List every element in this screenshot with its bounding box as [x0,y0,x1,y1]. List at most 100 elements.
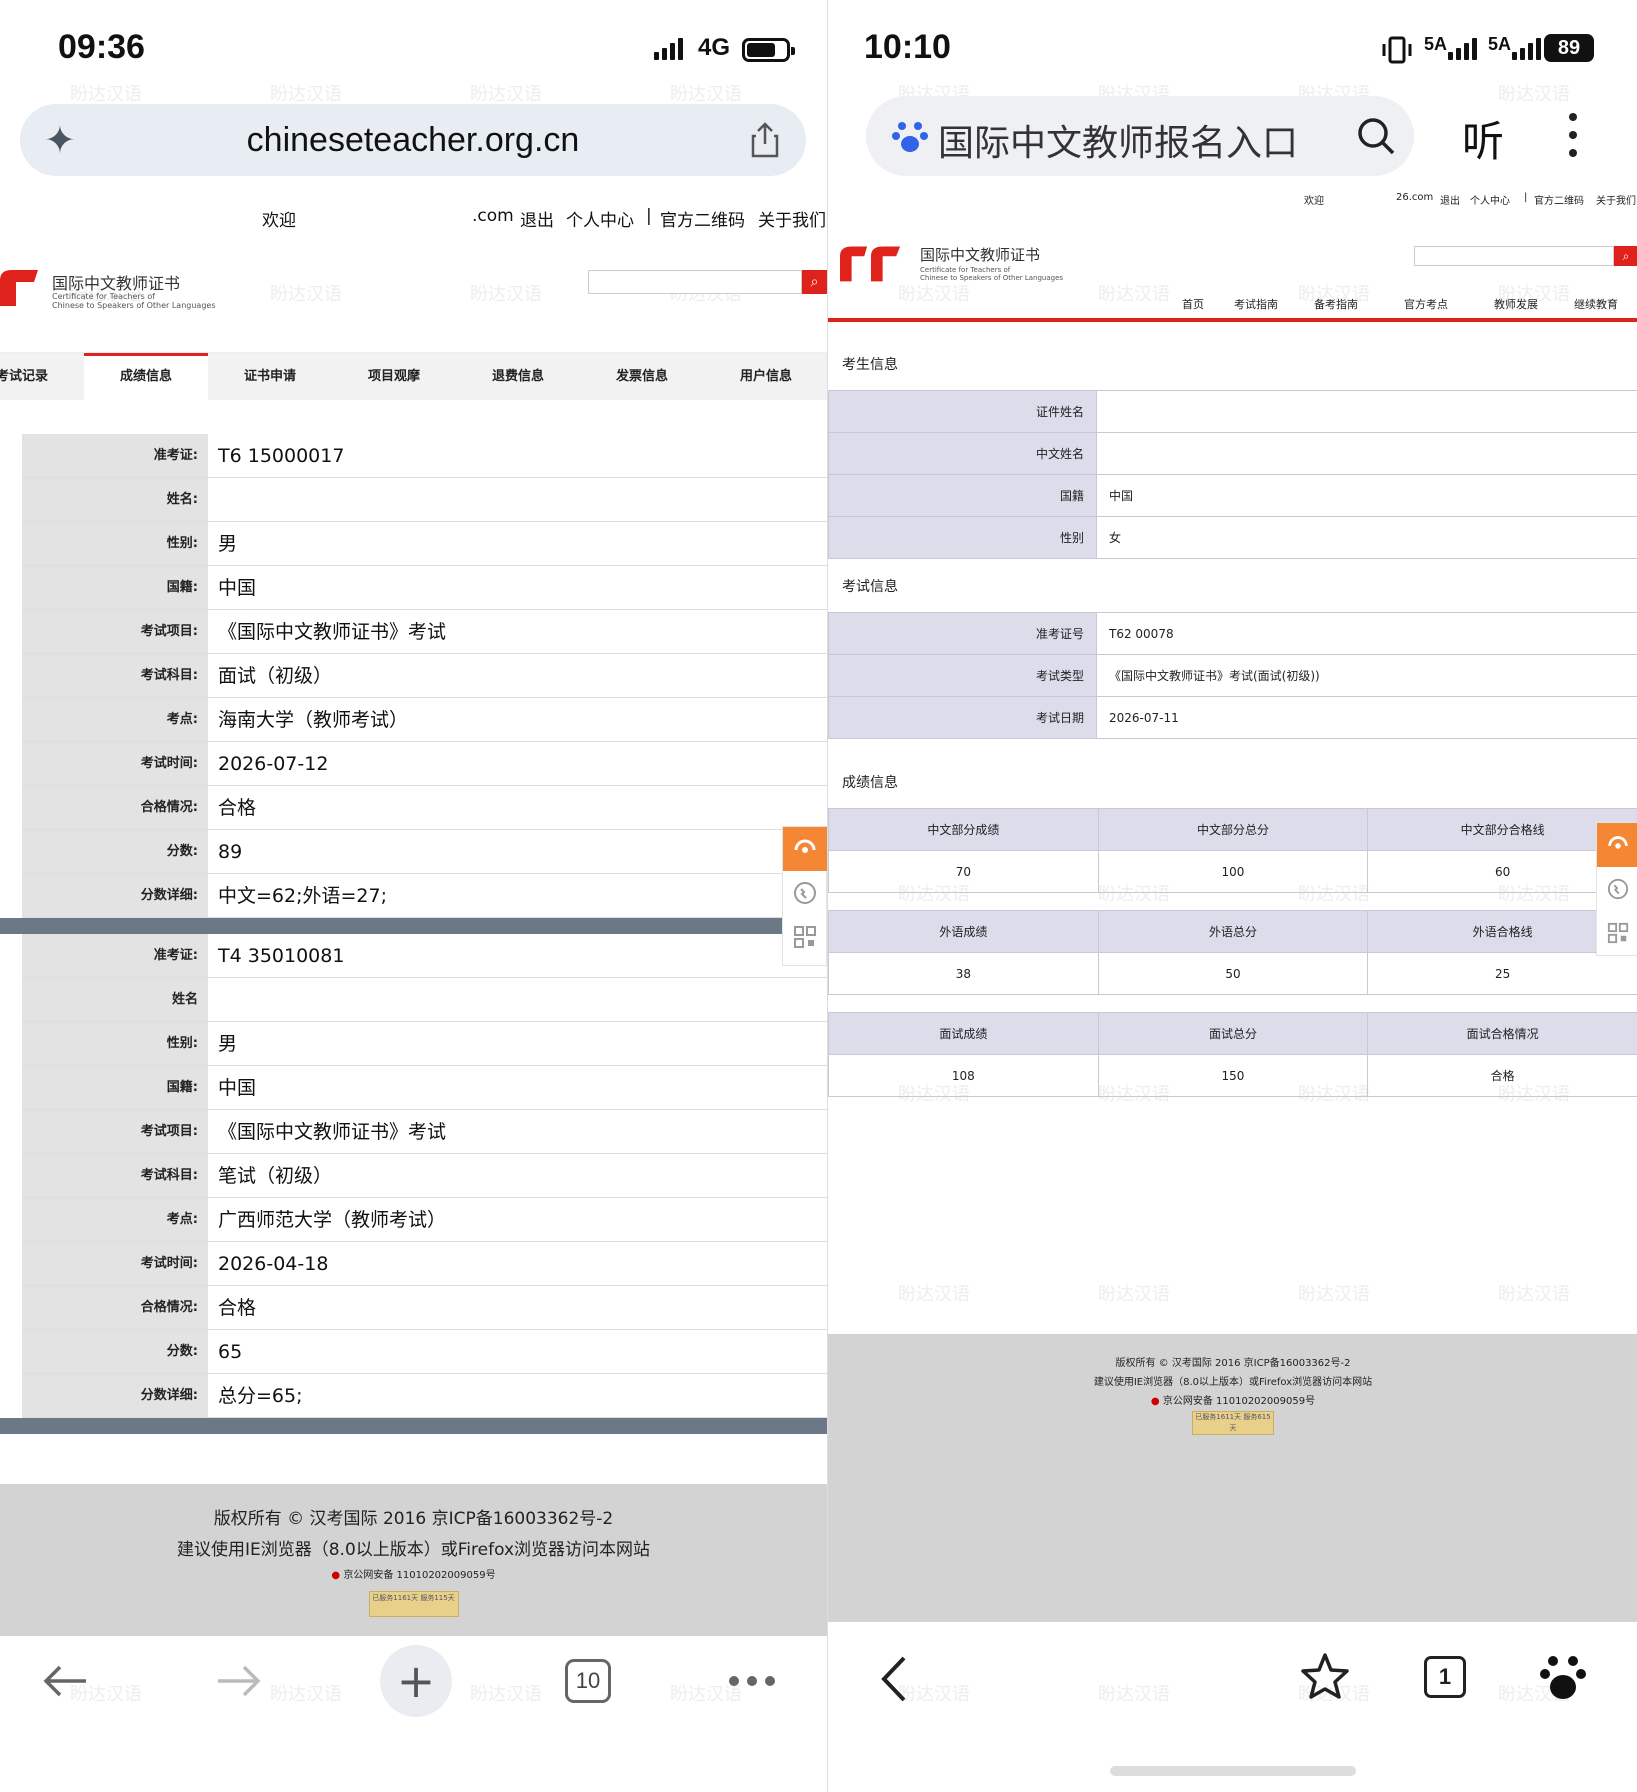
logout-link[interactable]: 退出 [520,206,554,231]
police-emblem-icon: ● [1150,1396,1160,1407]
url-text: chineseteacher.org.cn [246,120,580,159]
tabs-button[interactable]: 10 [562,1636,614,1726]
phone-icon[interactable] [1597,867,1637,911]
logo-mark-icon [0,270,38,306]
float-toolbar [782,826,827,966]
right-screenshot: 盼达汉语 盼达汉语 盼达汉语 盼达汉语 盼达汉语 盼达汉语 盼达汉语 盼达汉语 盼达汉语 盼达汉语… [827,0,1637,1792]
nav-prep-guide[interactable]: 备考指南 [1314,296,1358,312]
security-badge[interactable]: 已服务1611天 服务615天 [1192,1411,1274,1435]
new-tab-button[interactable]: + [376,1636,456,1726]
forward-arrow-icon[interactable] [204,1636,274,1726]
search-icon[interactable]: ⌕ [802,270,827,294]
signal-icon [654,36,683,60]
table-row: 分数: 65 [22,1330,827,1374]
welcome-text: 欢迎 [262,211,296,231]
table-row: 考试科目: 笔试（初级） [22,1154,827,1198]
share-icon[interactable] [750,122,780,158]
footer-browser-tip: 建议使用IE浏览器（8.0以上版本）或Firefox浏览器访问本网站 [1093,1377,1373,1388]
bookmark-star-icon[interactable] [1300,1652,1350,1700]
user-email: .com [472,206,514,226]
table-row: 考点: 广西师范大学（教师考试） [22,1198,827,1242]
exam-info-table: 准考证号 T62 00078 考试类型 《国际中文教师证书》考试(面试(初级)) 考… [828,612,1637,739]
footer-police-record[interactable]: ● 京公网安备 11010202009059号 [828,1388,1637,1407]
site-logo[interactable]: 国际中文教师证书 Certificate for Teachers of Chi… [0,268,220,314]
security-badge[interactable]: 已服务1161天 服务115天 [368,1591,459,1617]
site-search-icon[interactable]: ⌕ [1614,246,1637,266]
section-title-scores: 成绩信息 [842,775,898,791]
left-screenshot: 盼达汉语 盼达汉语 盼达汉语 盼达汉语 盼达汉语 盼达汉语 盼达汉语 盼达汉语 盼达汉语 盼达汉语… [0,0,827,1792]
customer-service-icon[interactable] [1597,823,1637,867]
table-row: 考试科目: 面试（初级） [22,654,827,698]
status-time: 10:10 [864,28,951,66]
tabs-button[interactable]: 1 [1424,1656,1466,1698]
personal-center-link[interactable]: 个人中心 [1470,192,1510,207]
sparkle-icon[interactable]: ✦ [44,118,76,162]
table-row: 准考证: T4 35010081 [22,934,827,978]
table-row: 考试类型 《国际中文教师证书》考试(面试(初级)) [828,654,1637,697]
baidu-home-icon[interactable] [1540,1652,1586,1700]
nav-test-centers[interactable]: 官方考点 [1404,296,1448,312]
tab-refund[interactable]: 退费信息 [456,353,580,401]
nav-exam-guide[interactable]: 考试指南 [1234,296,1278,312]
site-footer: 版权所有 © 汉考国际 2016 京ICP备16003362号-2 建议使用IE… [0,1484,827,1636]
welcome-text: 欢迎 [1304,196,1324,207]
logo-mark-icon [840,246,901,282]
back-arrow-icon[interactable] [30,1636,100,1726]
network-type-2: 5A [1488,34,1512,54]
plus-icon: + [380,1645,452,1717]
search-icon[interactable] [1356,116,1396,156]
score-table-chinese: 中文部分成绩 中文部分总分 中文部分合格线 70 100 60 [828,808,1637,893]
back-arrow-icon[interactable] [878,1654,908,1704]
qrcode-link[interactable]: 官方二维码 [1534,192,1584,207]
footer-police-record[interactable]: ● 京公网安备 11010202009059号 [0,1560,827,1581]
listen-button[interactable]: 听 [1462,108,1504,169]
qrcode-icon[interactable] [783,915,827,959]
table-row: 准考证: T6 15000017 [22,434,827,478]
battery-icon [742,38,795,62]
footer-browser-tip: 建议使用IE浏览器（8.0以上版本）或Firefox浏览器访问本网站 [176,1540,651,1560]
browser-bottom-nav: + 10 [0,1636,827,1726]
customer-service-icon[interactable] [783,827,827,871]
watermark-text: 盼达汉语 [1098,284,1170,305]
site-search-input[interactable] [588,270,802,294]
table-header-row: 中文部分成绩 中文部分总分 中文部分合格线 [828,808,1637,851]
watermark-text: 盼达汉语 [1098,1284,1170,1305]
phone-icon[interactable] [783,871,827,915]
section-title-candidate: 考生信息 [842,357,898,373]
nav-teacher-dev[interactable]: 教师发展 [1494,296,1538,312]
table-row: 国籍: 中国 [22,566,827,610]
site-logo[interactable]: 国际中文教师证书 Certificate for Teachers of Chi… [840,244,1070,286]
nav-home[interactable]: 首页 [1182,296,1204,312]
nav-separator: | [1524,192,1528,203]
score-records: 准考证: T6 15000017 姓名: 性别: 男 国籍: 中国 考试项目: 《国际中… [0,434,827,1434]
kebab-menu-icon[interactable] [1568,112,1578,158]
table-row: 准考证号 T62 00078 [828,612,1637,655]
table-row: 姓名 [22,978,827,1022]
personal-center-link[interactable]: 个人中心 [566,206,634,231]
about-link[interactable]: 关于我们 [758,206,826,231]
url-bar[interactable]: ✦ chineseteacher.org.cn [20,104,806,176]
tab-certificate[interactable]: 证书申请 [208,353,332,401]
tab-score-info[interactable]: 成绩信息 [84,353,208,401]
browser-search-bar[interactable]: 国际中文教师报名入口 [866,96,1414,176]
tab-invoice[interactable]: 发票信息 [580,353,704,401]
police-emblem-icon: ● [331,1570,341,1581]
site-footer: 版权所有 © 汉考国际 2016 京ICP备16003362号-2 建议使用IE… [828,1334,1637,1622]
table-row: 考试日期 2026-07-11 [828,696,1637,739]
tab-user-info[interactable]: 用户信息 [704,353,827,401]
more-icon[interactable] [722,1636,782,1726]
tab-exam-records[interactable]: 考试记录 [0,353,84,401]
qrcode-link[interactable]: 官方二维码 [660,206,745,231]
site-search-input[interactable] [1414,246,1614,266]
qrcode-icon[interactable] [1597,911,1637,955]
tab-observation[interactable]: 项目观摩 [332,353,456,401]
record-separator [0,918,827,934]
network-type: 4G [698,34,731,61]
about-link[interactable]: 关于我们 [1596,192,1636,207]
site-top-nav: 欢迎 .com 退出 个人中心 | 官方二维码 关于我们 [0,196,827,236]
logout-link[interactable]: 退出 [1440,192,1460,207]
table-row: 国籍 中国 [828,474,1637,517]
nav-continuing-edu[interactable]: 继续教育 [1574,296,1618,312]
score-record-1: 准考证: T6 15000017 姓名: 性别: 男 国籍: 中国 考试项目: 《国际中… [22,434,827,918]
watermark-text: 盼达汉语 [1498,1284,1570,1305]
